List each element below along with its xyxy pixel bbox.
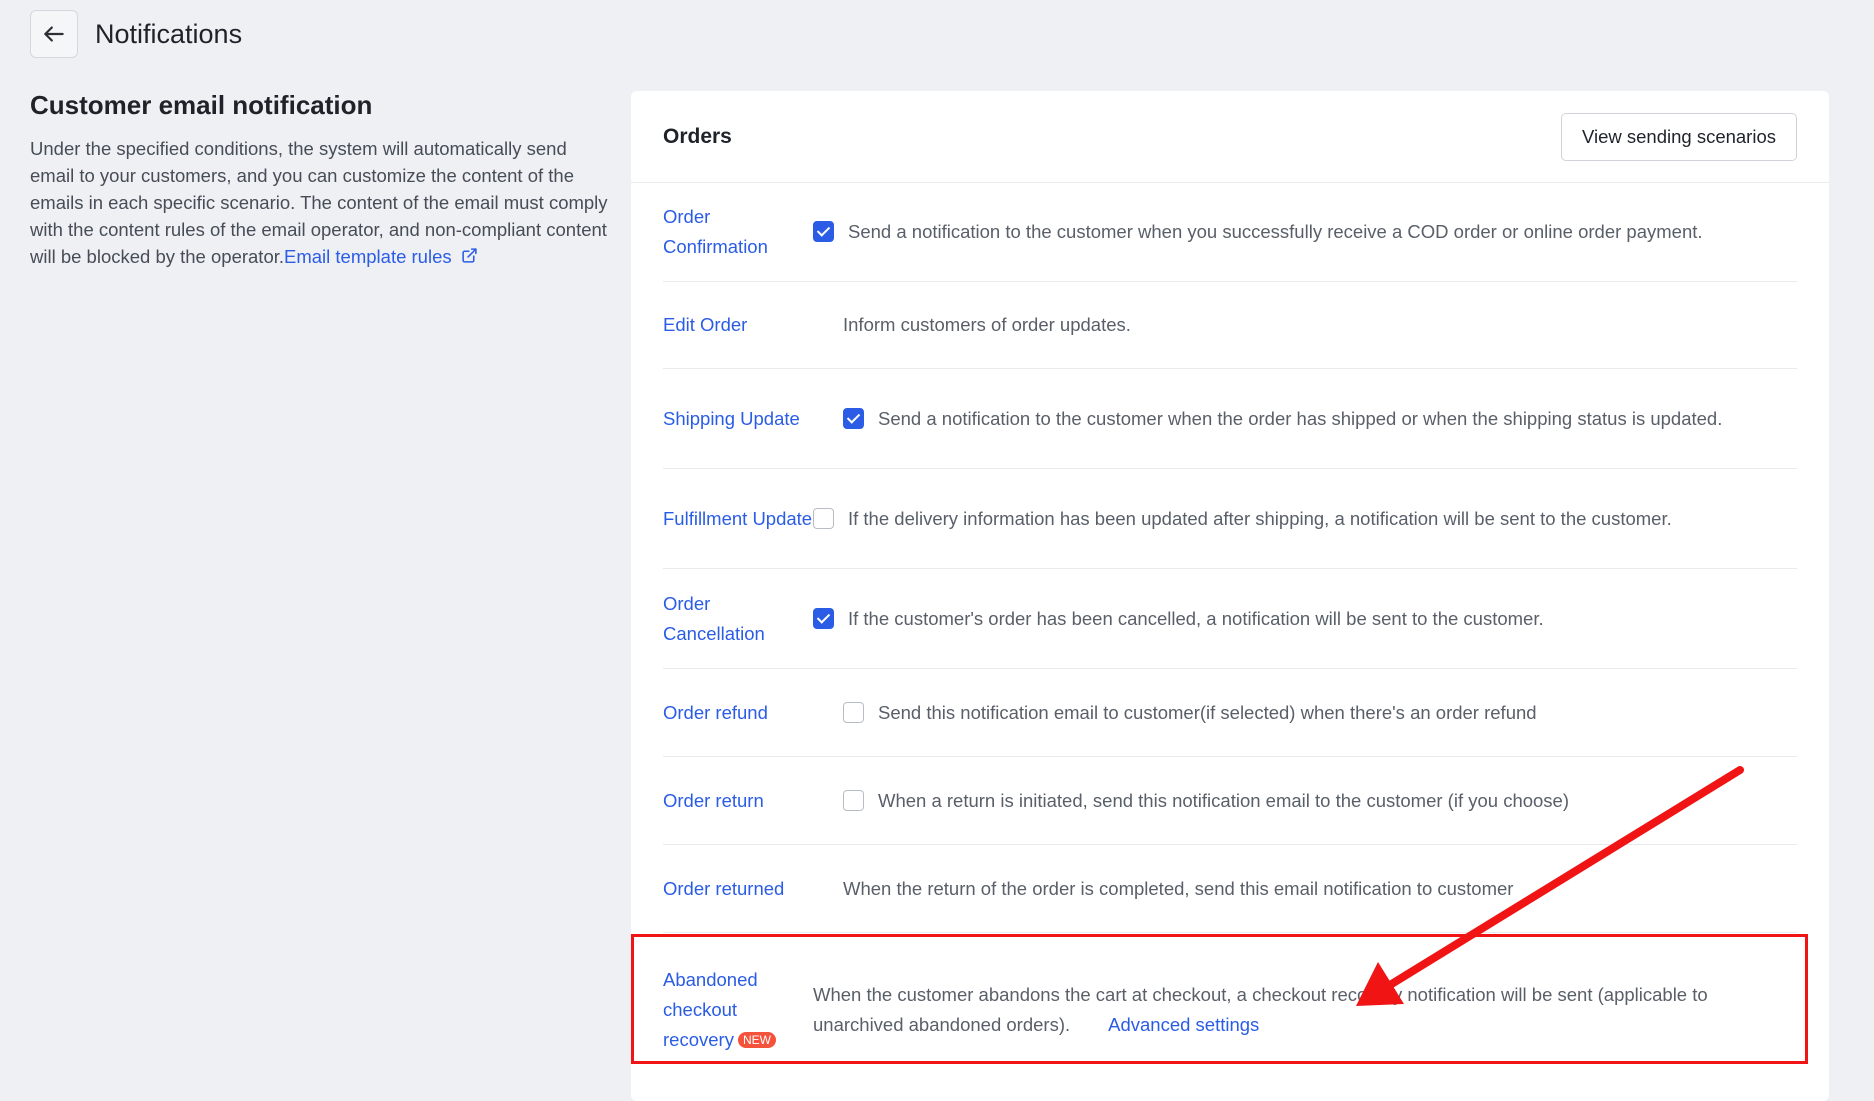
notification-list: Order Confirmation Send a notification t… xyxy=(631,183,1829,1087)
enable-checkbox[interactable] xyxy=(843,701,864,723)
row-description: If the customer's order has been cancell… xyxy=(813,604,1797,634)
row-description-text: Send this notification email to customer… xyxy=(878,701,1537,723)
row-description-text: When a return is initiated, send this no… xyxy=(878,789,1570,811)
section-description: Under the specified conditions, the syst… xyxy=(30,135,610,270)
row-description-text: Send a notification to the customer when… xyxy=(878,407,1723,429)
email-template-rules-link[interactable]: Email template rules xyxy=(284,246,478,267)
external-link-icon xyxy=(462,248,477,263)
row-description: Inform customers of order updates. xyxy=(843,314,1131,335)
notification-row-order-refund: Order refund Send this notification emai… xyxy=(663,669,1797,757)
row-description-text: Send a notification to the customer when… xyxy=(848,221,1703,242)
notification-row-edit-order: Edit Order Inform customers of order upd… xyxy=(663,282,1797,369)
notification-row-abandoned-checkout-recovery: Abandoned checkout recovery NEW When the … xyxy=(663,933,1797,1087)
row-description: When a return is initiated, send this no… xyxy=(843,786,1797,816)
row-description: If the delivery information has been upd… xyxy=(813,504,1797,534)
enable-checkbox[interactable] xyxy=(813,507,834,529)
row-name[interactable]: Edit Order xyxy=(663,310,843,340)
row-name[interactable]: Order return xyxy=(663,786,843,816)
notification-row-shipping-update: Shipping Update Send a notification to t… xyxy=(663,369,1797,469)
orders-card: Orders View sending scenarios Order Conf… xyxy=(631,91,1829,1101)
enable-checkbox[interactable] xyxy=(843,407,864,429)
row-name[interactable]: Order refund xyxy=(663,698,843,728)
section-title: Customer email notification xyxy=(30,90,373,120)
card-title: Orders xyxy=(663,124,732,148)
row-name[interactable]: Order Confirmation xyxy=(663,202,813,262)
row-name[interactable]: Fulfillment Update xyxy=(663,504,813,534)
top-bar: Notifications xyxy=(30,10,242,58)
new-badge: NEW xyxy=(737,1032,776,1048)
enable-checkbox[interactable] xyxy=(843,789,864,811)
row-description: Send a notification to the customer when… xyxy=(843,404,1797,434)
row-description: When the return of the order is complete… xyxy=(843,877,1514,899)
enable-checkbox[interactable] xyxy=(813,221,834,242)
page-title: Notifications xyxy=(95,18,243,49)
row-name[interactable]: Order returned xyxy=(663,874,843,904)
row-description: Send this notification email to customer… xyxy=(843,698,1797,728)
view-sending-scenarios-button[interactable]: View sending scenarios xyxy=(1560,112,1797,161)
row-description-text: If the delivery information has been upd… xyxy=(848,507,1672,529)
notification-row-order-return: Order return When a return is initiated,… xyxy=(663,757,1797,845)
email-template-rules-label: Email template rules xyxy=(284,246,452,267)
arrow-left-icon xyxy=(44,26,64,42)
notification-row-order-cancellation: Order Cancellation If the customer's ord… xyxy=(663,569,1797,669)
row-name[interactable]: Shipping Update xyxy=(663,404,843,434)
advanced-settings-link[interactable]: Advanced settings xyxy=(1108,1014,1259,1035)
enable-checkbox[interactable] xyxy=(813,607,834,629)
notification-row-order-confirmation: Order Confirmation Send a notification t… xyxy=(663,183,1797,282)
intro-section: Customer email notification Under the sp… xyxy=(30,90,610,270)
row-name[interactable]: Abandoned checkout recovery NEW xyxy=(663,965,813,1055)
notification-row-order-returned: Order returned When the return of the or… xyxy=(663,845,1797,933)
row-description-text: If the customer's order has been cancell… xyxy=(848,607,1544,629)
back-button[interactable] xyxy=(30,10,78,58)
row-description: When the customer abandons the cart at c… xyxy=(813,980,1797,1040)
row-name[interactable]: Order Cancellation xyxy=(663,589,813,649)
row-description-text: When the customer abandons the cart at c… xyxy=(813,984,1708,1035)
notification-row-fulfillment-update: Fulfillment Update If the delivery infor… xyxy=(663,469,1797,569)
row-description: Send a notification to the customer when… xyxy=(813,217,1797,247)
card-header: Orders View sending scenarios xyxy=(631,91,1829,183)
